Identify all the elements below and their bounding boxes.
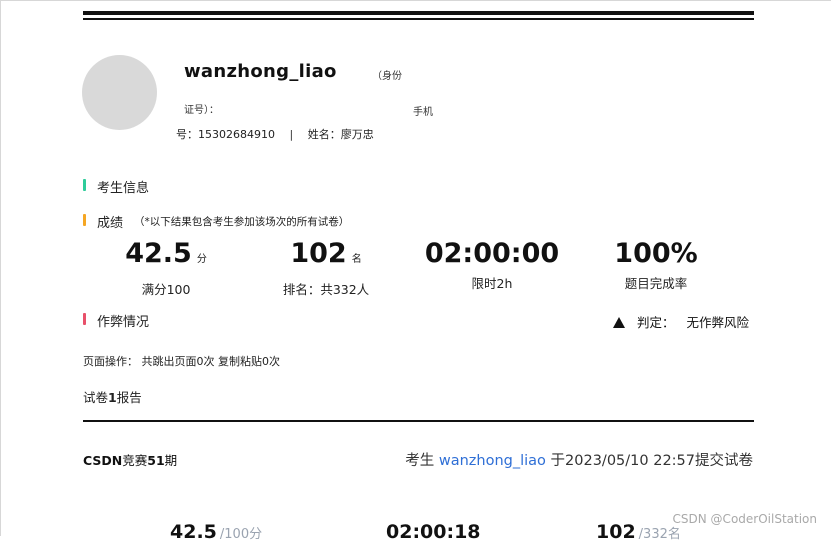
watermark: CSDN @CoderOilStation <box>672 512 817 526</box>
username: wanzhong_liao <box>184 61 337 82</box>
real-name: 姓名：廖万忠 <box>307 128 374 141</box>
bottom-score-value: 42.5 <box>170 521 217 543</box>
contest-number: 51 <box>147 453 165 468</box>
contest-middle: 竞赛 <box>122 453 148 468</box>
header-rule-thin <box>83 18 754 20</box>
id-card-label: （身份 <box>372 71 402 82</box>
phone-number: 号：15302684910 <box>176 128 275 141</box>
stat-completion-label: 题目完成率 <box>624 276 688 291</box>
bottom-score: 42.5/100分 <box>170 521 262 543</box>
stat-rank: 102 名 排名：共332人 <box>266 239 386 298</box>
stat-time-value: 02:00:00 <box>424 238 560 269</box>
cheating-title: 作弊情况 <box>97 315 150 330</box>
bottom-time: 02:00:18 <box>386 521 481 543</box>
bottom-rank: 102/332名 <box>596 521 681 543</box>
stat-score: 42.5 分 满分100 <box>106 239 226 298</box>
paper-report-heading: 试卷1报告 <box>83 387 142 406</box>
section-divider <box>83 420 754 422</box>
contest-title: CSDN竞赛51期 <box>83 450 177 469</box>
candidate-info-marker <box>83 179 86 191</box>
submit-username-link[interactable]: wanzhong_liao <box>439 453 546 469</box>
paper-report-suffix: 报告 <box>116 390 142 405</box>
stat-time-label: 限时2h <box>471 276 513 291</box>
stat-rank-label: 排名：共332人 <box>282 282 370 297</box>
verdict-label: 判定： <box>637 315 675 330</box>
submit-info: 考生 wanzhong_liao 于2023/05/10 22:57提交试卷 <box>405 449 753 470</box>
stat-completion: 100% 题目完成率 <box>596 239 716 292</box>
profile-detail-line: 号：15302684910 | 姓名：廖万忠 <box>176 126 374 142</box>
separator: | <box>289 128 294 141</box>
paper-report-number: 1 <box>108 390 117 405</box>
cheating-marker <box>83 313 86 325</box>
warning-icon <box>613 317 625 328</box>
header-rule-thick <box>83 11 754 15</box>
verdict-value: 无作弊风险 <box>686 315 750 330</box>
stat-time-limit: 02:00:00 限时2h <box>417 239 567 292</box>
contest-suffix: 期 <box>164 453 178 468</box>
stat-score-label: 满分100 <box>141 282 191 297</box>
bottom-rank-value: 102 <box>596 521 636 543</box>
score-title: 成绩 <box>97 216 124 231</box>
window-border-top <box>0 0 831 1</box>
stat-completion-value: 100% <box>614 238 698 269</box>
contest-prefix: CSDN <box>83 453 123 468</box>
page-operations: 页面操作： 共跳出页面0次 复制粘贴0次 <box>83 355 280 368</box>
stat-rank-value: 102 <box>290 238 347 269</box>
stat-rank-unit: 名 <box>351 254 362 265</box>
submit-suffix: 于2023/05/10 22:57提交试卷 <box>545 453 753 469</box>
window-border-left <box>0 0 1 536</box>
stat-score-value: 42.5 <box>125 238 192 269</box>
paper-report-prefix: 试卷 <box>83 390 109 405</box>
stat-score-unit: 分 <box>196 254 207 265</box>
bottom-rank-total: /332名 <box>638 527 681 542</box>
phone-label: 手机 <box>413 107 433 118</box>
score-marker <box>83 214 86 226</box>
id-card-label-cont: 证号）： <box>184 105 219 116</box>
submit-prefix: 考生 <box>405 453 439 469</box>
score-note: （*以下结果包含考生参加该场次的所有试卷） <box>134 216 350 228</box>
avatar <box>82 55 157 130</box>
cheating-verdict: 判定： 无作弊风险 <box>613 312 749 331</box>
candidate-info-title: 考生信息 <box>97 181 150 196</box>
bottom-score-total: /100分 <box>219 527 263 542</box>
